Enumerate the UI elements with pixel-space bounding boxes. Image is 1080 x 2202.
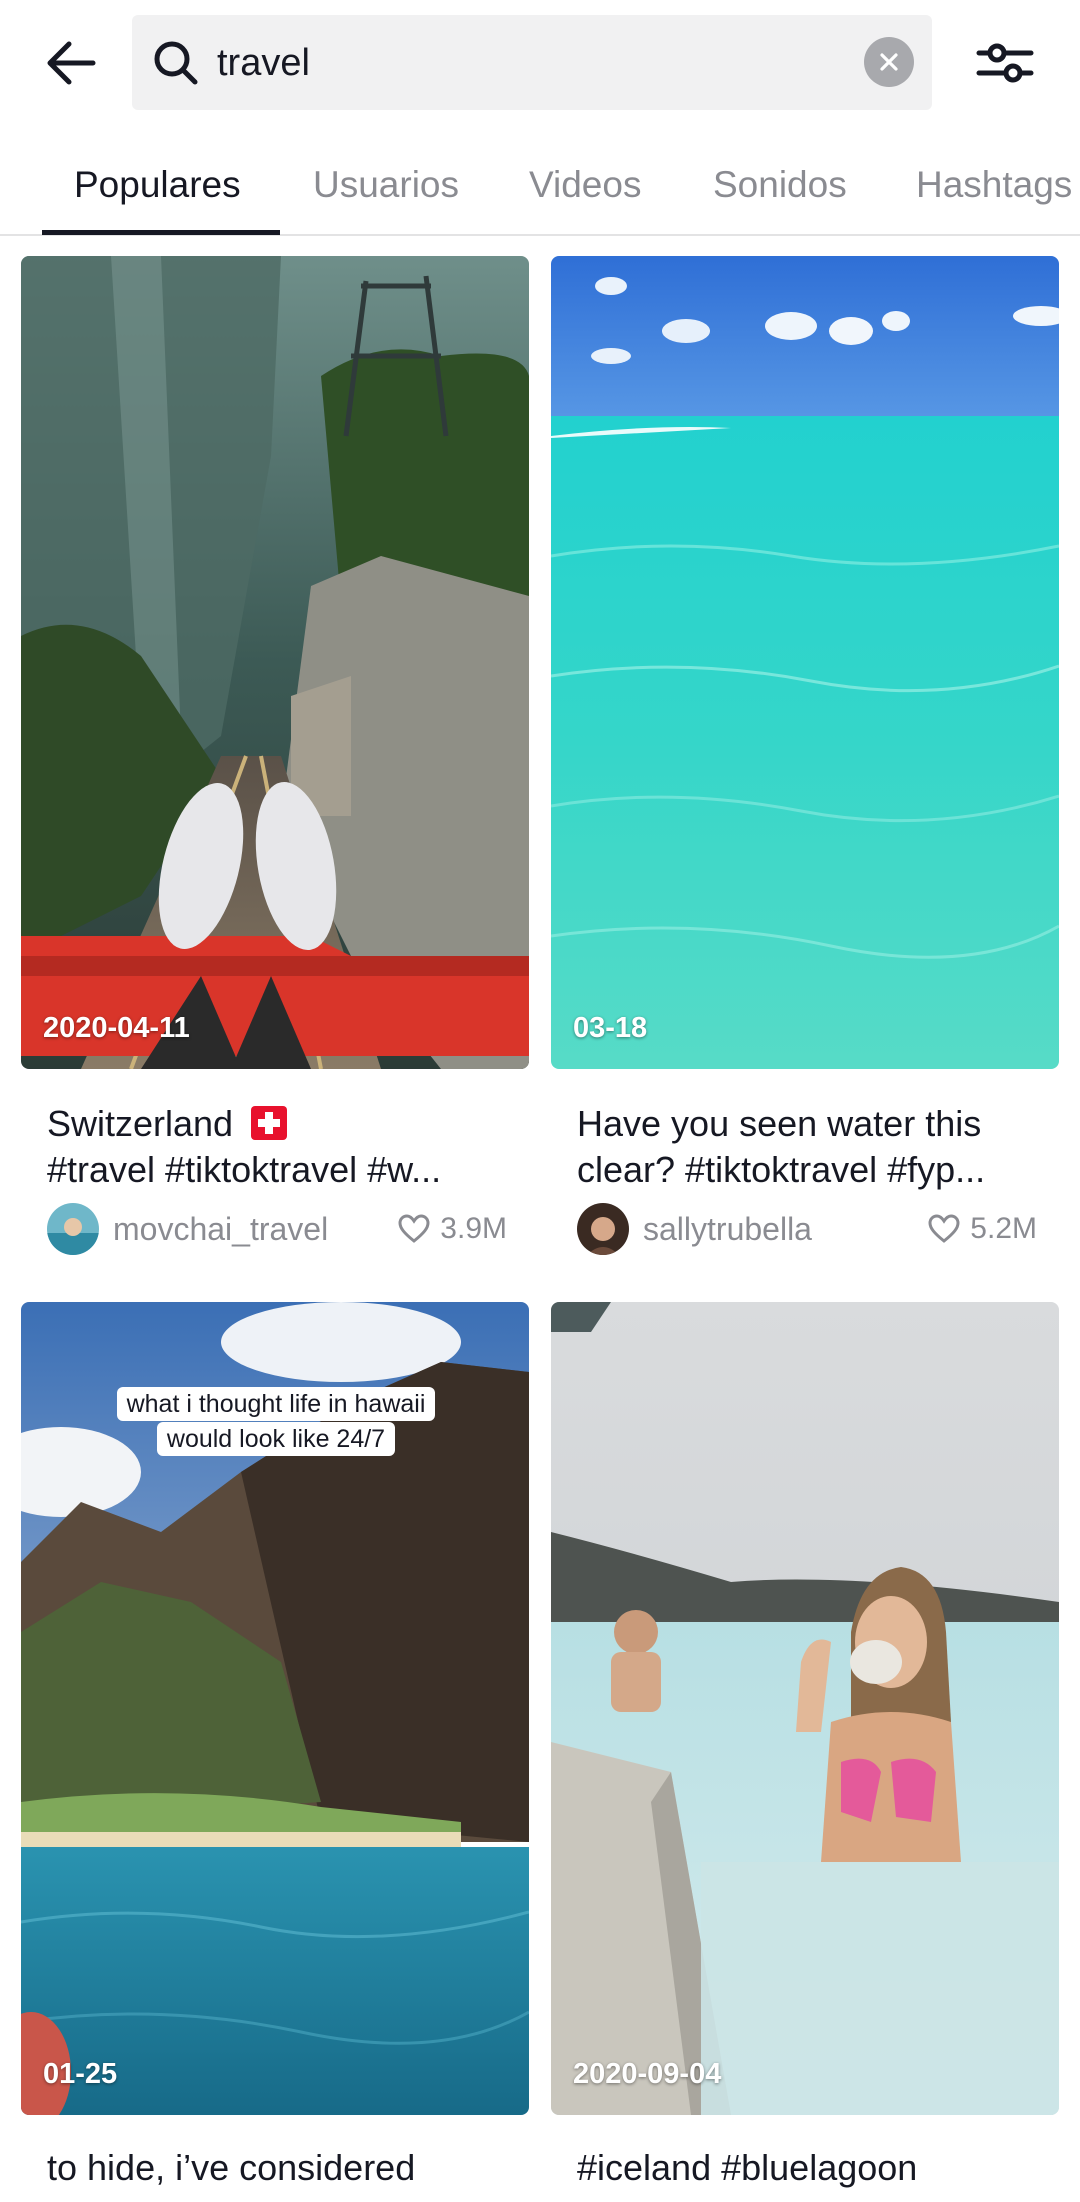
search-icon [154, 41, 198, 85]
video-meta: movchai_travel 3.9M [47, 1201, 507, 1257]
close-icon [880, 53, 898, 71]
video-date: 2020-09-04 [573, 2058, 722, 2090]
swiss-flag-icon [251, 1106, 288, 1140]
video-caption: to hide, i’ve considered [47, 2145, 507, 2191]
video-thumbnail[interactable]: 03-18 [551, 256, 1059, 1069]
thumbnail-image [21, 256, 529, 1069]
caption-hashtags: clear? #tiktoktravel #fyp... [577, 1149, 986, 1190]
heart-icon [398, 1214, 430, 1243]
sliders-icon [976, 43, 1034, 83]
video-thumbnail[interactable]: what i thought life in hawaii would look… [21, 1302, 529, 2115]
video-card[interactable]: 2020-09-04 #iceland #bluelagoon [551, 1302, 1059, 2202]
video-card[interactable]: 2020-04-11 Switzerland #travel #tiktoktr… [21, 256, 529, 1276]
search-tabs: Populares Usuarios Videos Sonidos Hashta… [0, 140, 1080, 236]
video-date: 03-18 [573, 1012, 648, 1044]
clear-search-button[interactable] [864, 37, 914, 87]
like-count: 3.9M [398, 1201, 507, 1257]
video-card[interactable]: what i thought life in hawaii would look… [21, 1302, 529, 2202]
caption-text: Have you seen water this [577, 1103, 982, 1144]
thumbnail-image [551, 256, 1059, 1069]
active-tab-indicator [42, 230, 280, 235]
overlay-line: would look like 24/7 [156, 1422, 396, 1456]
filter-button[interactable] [970, 28, 1040, 98]
username[interactable]: sallytrubella [643, 1201, 812, 1257]
likes-value: 5.2M [970, 1212, 1037, 1245]
top-bar: travel [0, 0, 1080, 125]
search-input[interactable]: travel [217, 37, 310, 89]
tab-sonidos[interactable]: Sonidos [713, 140, 847, 236]
back-button[interactable] [36, 28, 106, 98]
video-caption: Have you seen water this clear? #tiktokt… [577, 1101, 1037, 1193]
arrow-left-icon [47, 41, 96, 85]
video-date: 01-25 [43, 2058, 118, 2090]
tab-videos[interactable]: Videos [529, 140, 641, 236]
heart-icon [928, 1214, 960, 1243]
video-card[interactable]: 03-18 Have you seen water this clear? #t… [551, 256, 1059, 1276]
search-field[interactable]: travel [132, 15, 932, 110]
video-caption: #iceland #bluelagoon [577, 2145, 1037, 2191]
avatar[interactable] [577, 1203, 629, 1255]
avatar[interactable] [47, 1203, 99, 1255]
tab-usuarios[interactable]: Usuarios [313, 140, 459, 236]
caption-text: to hide, i’ve considered [47, 2147, 416, 2188]
overlay-line: what i thought life in hawaii [116, 1387, 436, 1421]
thumbnail-image [551, 1302, 1059, 2115]
video-meta: sallytrubella 5.2M [577, 1201, 1037, 1257]
caption-hashtags: #travel #tiktoktravel #w... [47, 1149, 442, 1190]
video-thumbnail[interactable]: 2020-04-11 [21, 256, 529, 1069]
username[interactable]: movchai_travel [113, 1201, 328, 1257]
video-thumbnail[interactable]: 2020-09-04 [551, 1302, 1059, 2115]
caption-hashtags: #iceland #bluelagoon [577, 2147, 918, 2188]
like-count: 5.2M [928, 1201, 1037, 1257]
caption-text: Switzerland [47, 1103, 234, 1144]
video-text-overlay: what i thought life in hawaii would look… [101, 1387, 451, 1457]
tab-hashtags[interactable]: Hashtags [916, 140, 1072, 236]
tab-populares[interactable]: Populares [74, 140, 241, 236]
video-caption: Switzerland #travel #tiktoktravel #w... [47, 1101, 507, 1193]
likes-value: 3.9M [440, 1212, 507, 1245]
video-date: 2020-04-11 [43, 1012, 190, 1044]
